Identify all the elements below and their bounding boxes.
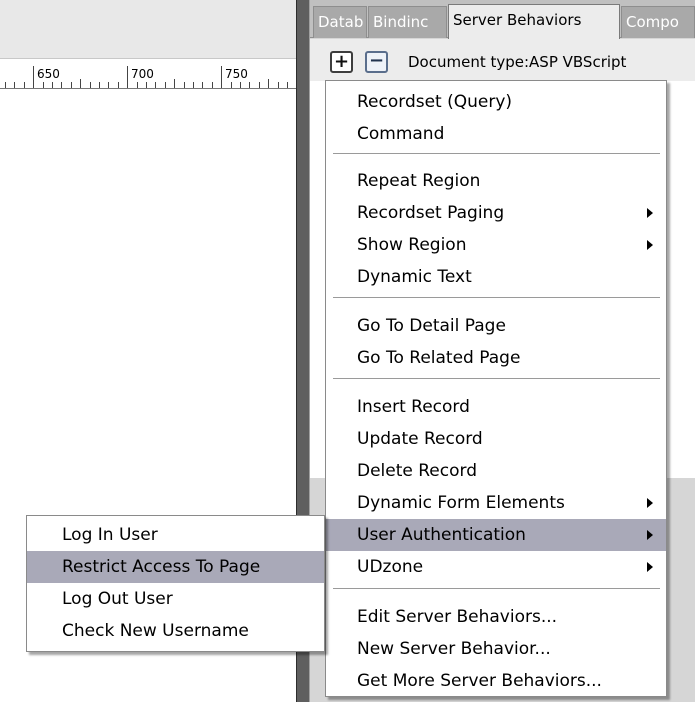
- submenu-arrow-icon: [647, 208, 653, 218]
- menu-separator: [333, 297, 660, 299]
- ruler-tick: [70, 82, 72, 88]
- ruler-tick: [211, 82, 213, 88]
- ruler-tick: [230, 82, 232, 88]
- submenu-arrow-icon: [647, 562, 653, 572]
- submenu-arrow-icon: [647, 240, 653, 250]
- ruler-tick: [240, 82, 241, 88]
- ruler-tick: [127, 66, 129, 88]
- server-behaviors-menu: Recordset (Query) Command Repeat Region …: [325, 80, 667, 697]
- ruler-tick: [193, 82, 194, 88]
- tab-bindings[interactable]: Bindinc: [368, 6, 447, 38]
- submenu-item-log-out-user[interactable]: Log Out User: [27, 583, 324, 615]
- ruler-tick: [99, 82, 100, 88]
- remove-behavior-button[interactable]: −: [365, 50, 388, 73]
- submenu-arrow-icon: [647, 498, 653, 508]
- menu-item-udzone[interactable]: UDzone: [326, 551, 666, 583]
- ruler-tick: [258, 82, 260, 88]
- ruler-label-650: 650: [37, 67, 60, 81]
- ruler-tick: [146, 82, 147, 88]
- plus-icon: +: [333, 51, 350, 72]
- menu-item-recordset-paging[interactable]: Recordset Paging: [326, 197, 666, 229]
- ruler-label-700: 700: [131, 67, 154, 81]
- menu-item-dynamic-text[interactable]: Dynamic Text: [326, 261, 666, 293]
- panel-tabs: Datab Bindinc Server Behaviors Compo: [310, 0, 695, 39]
- ruler-tick: [23, 82, 25, 88]
- submenu-arrow-icon: [647, 530, 653, 540]
- ruler-tick: [5, 82, 6, 88]
- menu-item-dynamic-form-elements[interactable]: Dynamic Form Elements: [326, 487, 666, 519]
- menu-item-repeat-region[interactable]: Repeat Region: [326, 165, 666, 197]
- submenu-item-check-new-username[interactable]: Check New Username: [27, 615, 324, 647]
- menu-item-go-to-detail-page[interactable]: Go To Detail Page: [326, 310, 666, 342]
- tab-components[interactable]: Compo: [621, 6, 695, 38]
- submenu-item-log-in-user[interactable]: Log In User: [27, 519, 324, 551]
- ruler-tick: [33, 66, 35, 88]
- ruler-tick: [14, 82, 16, 88]
- menu-item-show-region[interactable]: Show Region: [326, 229, 666, 261]
- menu-item-update-record[interactable]: Update Record: [326, 423, 666, 455]
- ruler-tick: [89, 82, 91, 88]
- menu-separator: [333, 588, 660, 590]
- ruler-tick: [108, 82, 110, 88]
- menu-separator: [333, 378, 660, 380]
- ruler-tick: [164, 82, 166, 88]
- ruler-tick: [183, 82, 185, 88]
- menu-separator: [333, 153, 660, 155]
- ruler-tick: [136, 82, 138, 88]
- submenu-item-restrict-access[interactable]: Restrict Access To Page: [27, 551, 324, 583]
- ruler-tick: [155, 82, 157, 88]
- menu-item-edit-server-behaviors[interactable]: Edit Server Behaviors...: [326, 601, 666, 633]
- menu-item-command[interactable]: Command: [326, 118, 666, 150]
- menu-item-go-to-related-page[interactable]: Go To Related Page: [326, 342, 666, 374]
- ruler-tick: [287, 82, 288, 88]
- menu-item-insert-record[interactable]: Insert Record: [326, 391, 666, 423]
- ruler-tick: [61, 82, 63, 88]
- menu-item-label: UDzone: [357, 557, 424, 577]
- ruler-tick: [117, 82, 119, 88]
- menu-item-user-authentication[interactable]: User Authentication: [326, 519, 666, 551]
- menu-item-new-server-behavior[interactable]: New Server Behavior...: [326, 633, 666, 665]
- add-behavior-button[interactable]: +: [330, 51, 353, 73]
- ruler-tick: [80, 79, 82, 88]
- user-authentication-submenu: Log In User Restrict Access To Page Log …: [26, 515, 325, 652]
- ruler-tick: [249, 82, 251, 88]
- menu-item-recordset[interactable]: Recordset (Query): [326, 86, 666, 118]
- menu-item-label: Recordset Paging: [357, 203, 505, 223]
- horizontal-ruler: 650 700 750: [0, 59, 296, 89]
- menu-item-label: User Authentication: [357, 525, 526, 545]
- panel-toolbar: + − Document type:ASP VBScript: [310, 39, 695, 81]
- document-type-label: Document type:ASP VBScript: [408, 53, 627, 71]
- menu-item-delete-record[interactable]: Delete Record: [326, 455, 666, 487]
- menu-item-label: Dynamic Form Elements: [357, 493, 565, 513]
- minus-icon: −: [368, 50, 385, 71]
- design-toolbar: [0, 0, 296, 59]
- menu-item-label: Show Region: [357, 235, 467, 255]
- ruler-tick: [202, 82, 204, 88]
- ruler-tick: [277, 82, 279, 88]
- ruler-tick: [221, 66, 223, 88]
- ruler-tick: [52, 82, 53, 88]
- tab-databases[interactable]: Datab: [313, 6, 367, 38]
- ruler-label-750: 750: [225, 67, 248, 81]
- tab-server-behaviors[interactable]: Server Behaviors: [448, 4, 620, 39]
- ruler-tick: [268, 79, 270, 88]
- menu-item-get-more-server-behaviors[interactable]: Get More Server Behaviors...: [326, 665, 666, 697]
- ruler-tick: [174, 79, 176, 88]
- ruler-tick: [42, 82, 44, 88]
